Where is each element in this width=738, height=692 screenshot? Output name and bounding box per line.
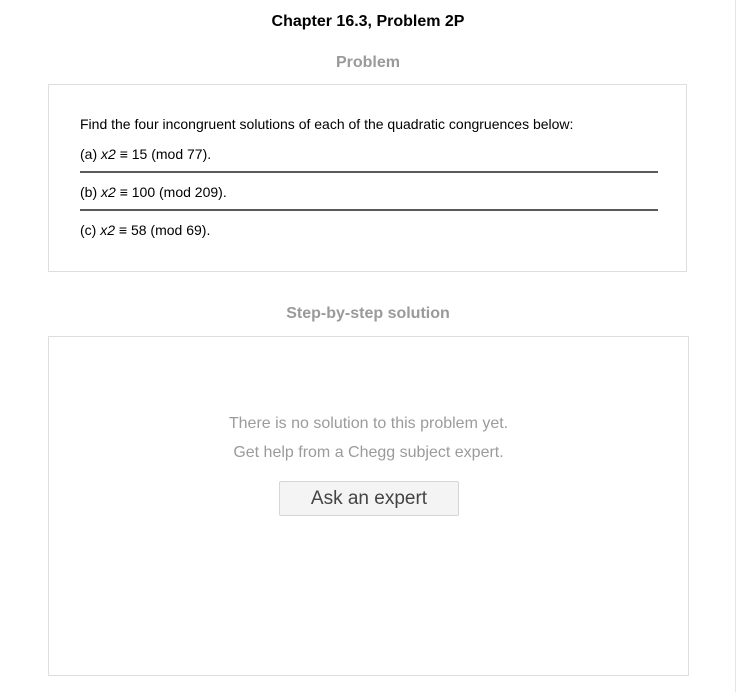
solution-heading: Step-by-step solution <box>286 305 450 322</box>
problem-part-b: (b) x2 ≡ 100 (mod 209). <box>80 183 658 201</box>
part-congruence: ≡ 58 (mod 69). <box>118 222 211 238</box>
problem-intro: Find the four incongruent solutions of e… <box>80 116 574 132</box>
expert-help-message: Get help from a Chegg subject expert. <box>233 444 504 461</box>
ask-expert-button[interactable]: Ask an expert <box>279 481 459 516</box>
no-solution-message: There is no solution to this problem yet… <box>228 415 509 432</box>
problem-heading: Problem <box>335 54 400 71</box>
part-congruence: ≡ 100 (mod 209). <box>119 184 227 200</box>
part-congruence: ≡ 15 (mod 77). <box>119 146 212 162</box>
problem-box: Find the four incongruent solutions of e… <box>48 84 687 272</box>
part-label: (c) <box>80 222 97 238</box>
part-variable: x2 <box>100 222 116 238</box>
page-right-border <box>735 0 736 692</box>
part-label: (a) <box>80 146 98 162</box>
divider <box>80 209 658 211</box>
part-variable: x2 <box>101 146 116 162</box>
problem-part-c: (c) x2 ≡ 58 (mod 69). <box>80 221 658 239</box>
divider <box>80 171 658 173</box>
part-label: (b) <box>80 184 98 200</box>
solution-box: There is no solution to this problem yet… <box>48 336 689 676</box>
problem-part-a: (a) x2 ≡ 15 (mod 77). <box>80 145 658 163</box>
page-title: Chapter 16.3, Problem 2P <box>271 13 465 30</box>
part-variable: x2 <box>101 184 116 200</box>
